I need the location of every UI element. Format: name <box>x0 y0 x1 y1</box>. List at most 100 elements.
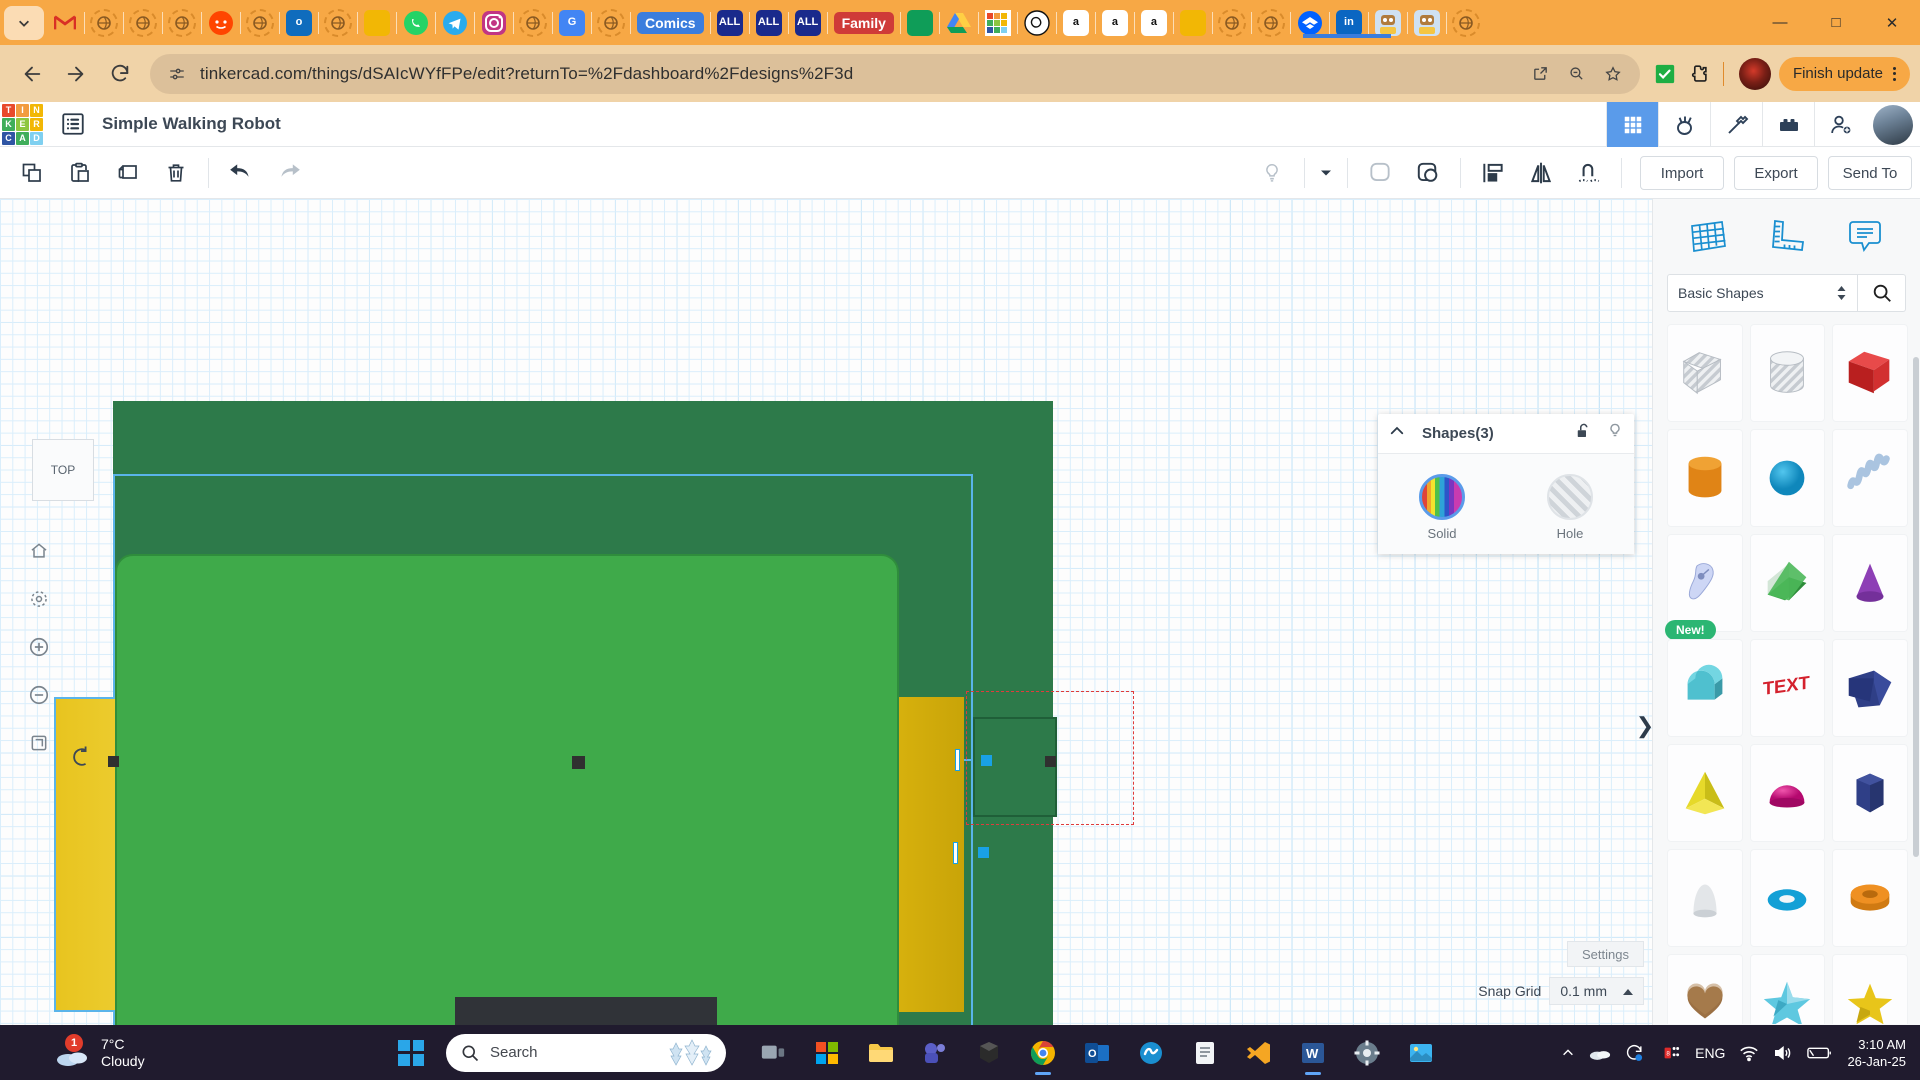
shape-heart[interactable] <box>1667 954 1743 1024</box>
rotate-handle-icon[interactable] <box>70 744 92 775</box>
model-dark-block[interactable] <box>455 997 717 1025</box>
shape-shape-generator[interactable]: New! <box>1665 534 1743 640</box>
flexible-icon[interactable] <box>1565 151 1613 195</box>
forward-button[interactable] <box>54 52 98 96</box>
shape-sphere[interactable] <box>1749 429 1826 527</box>
bookmark-comics[interactable]: Comics <box>635 8 706 38</box>
bookmark-star-icon[interactable] <box>1600 61 1626 87</box>
battery-icon[interactable] <box>1807 1045 1833 1061</box>
bookmark-robot-1[interactable] <box>1373 8 1403 38</box>
bricks-icon[interactable] <box>1762 102 1814 147</box>
unlocked-padlock-icon[interactable] <box>1574 422 1592 445</box>
language-indicator[interactable]: ENG <box>1695 1045 1725 1061</box>
taskbar-search[interactable]: Search <box>446 1033 726 1072</box>
shape-cylinder[interactable] <box>1667 429 1743 527</box>
bookmark-sheets[interactable] <box>905 8 935 38</box>
sidebar-scrollbar[interactable] <box>1913 357 1919 857</box>
mirror-icon[interactable] <box>1517 151 1565 195</box>
taskbar-app-copilot[interactable] <box>1128 1030 1174 1076</box>
zoom-in-icon[interactable] <box>22 630 56 664</box>
copy-icon[interactable] <box>8 151 56 195</box>
taskbar-app-outlook[interactable]: O <box>1074 1030 1120 1076</box>
bookmark-amazon-2[interactable]: a <box>1061 8 1091 38</box>
selection-handle-lower[interactable] <box>978 847 989 858</box>
tinkercad-logo[interactable]: TIN KER CAD <box>0 102 43 147</box>
finish-update-button[interactable]: Finish update <box>1778 56 1910 91</box>
taskbar-app-word[interactable]: W <box>1290 1030 1336 1076</box>
taskbar-app-vs-code[interactable] <box>1236 1030 1282 1076</box>
notes-icon[interactable] <box>1840 212 1890 262</box>
shape-roof[interactable] <box>1667 639 1743 737</box>
bookmark-yellow-note-2[interactable] <box>1178 8 1208 38</box>
taskbar-app-google-chrome[interactable] <box>1020 1030 1066 1076</box>
send-to-button[interactable]: Send To <box>1828 156 1912 190</box>
bookmark-reddit-2[interactable] <box>206 8 236 38</box>
taskbar-app-notepad[interactable] <box>1182 1030 1228 1076</box>
selected-shape[interactable] <box>973 717 1057 817</box>
hole-swatch[interactable] <box>1547 473 1593 520</box>
weather-widget[interactable]: 1 7°C Cloudy <box>0 1033 145 1070</box>
settings-button[interactable]: Settings <box>1567 941 1644 967</box>
align-icon[interactable] <box>1469 151 1517 195</box>
bookmark-all-comics-1[interactable]: ALL <box>715 8 745 38</box>
bookmark-mail-x[interactable] <box>596 8 626 38</box>
ungroup-shape-icon[interactable] <box>1404 151 1452 195</box>
bookmark-openai[interactable] <box>1022 8 1052 38</box>
bookmark-instagram[interactable] <box>479 8 509 38</box>
shape-star-3d[interactable] <box>1749 954 1826 1024</box>
bookmark-youtube-2[interactable] <box>1256 8 1286 38</box>
ruler-icon[interactable] <box>1761 212 1811 262</box>
fit-all-icon[interactable] <box>22 582 56 616</box>
maximize-button[interactable]: □ <box>1808 0 1864 45</box>
snap-grid-value-dropdown[interactable]: 0.1 mm <box>1549 977 1644 1005</box>
shape-wedge[interactable] <box>1749 534 1826 632</box>
user-avatar[interactable] <box>1873 104 1913 145</box>
bookmark-tinkercad[interactable] <box>983 8 1013 38</box>
solid-option[interactable]: Solid <box>1419 473 1465 541</box>
taskbar-app-teams[interactable] <box>912 1030 958 1076</box>
lightbulb-icon[interactable] <box>1606 422 1624 445</box>
group-shape-icon[interactable] <box>1356 151 1404 195</box>
bookmark-globe-1[interactable] <box>89 8 119 38</box>
bookmark-outlook[interactable]: o <box>284 8 314 38</box>
shape-star[interactable] <box>1832 954 1908 1024</box>
taskbar-app-paint-3d[interactable] <box>966 1030 1012 1076</box>
back-button[interactable] <box>10 52 54 96</box>
extension-check-icon[interactable] <box>1648 57 1682 91</box>
bookmark-all-comics-2[interactable]: ALL <box>754 8 784 38</box>
shape-cone[interactable] <box>1832 534 1908 632</box>
shape-text[interactable]: TEXT <box>1749 639 1826 737</box>
view-cube[interactable]: TOP <box>32 439 94 501</box>
wifi-icon[interactable] <box>1739 1044 1759 1062</box>
zoom-out-icon[interactable] <box>1564 61 1590 87</box>
volume-icon[interactable] <box>1773 1044 1793 1062</box>
duplicate-icon[interactable] <box>104 151 152 195</box>
notifications-icon[interactable]: 8 <box>1659 1044 1681 1062</box>
taskbar-app-microsoft-store[interactable] <box>804 1030 850 1076</box>
selection-edge-handle[interactable] <box>955 749 960 771</box>
site-settings-icon[interactable] <box>164 61 190 87</box>
shape-round-roof[interactable] <box>1667 849 1743 947</box>
minimize-button[interactable]: — <box>1752 0 1808 45</box>
bookmark-all-comics-3[interactable]: ALL <box>793 8 823 38</box>
lightbulb-icon[interactable] <box>1248 151 1296 195</box>
shape-tube[interactable] <box>1832 849 1908 947</box>
sync-icon[interactable] <box>1625 1043 1645 1063</box>
tab-list-chevron-icon[interactable] <box>4 5 44 40</box>
shape-half-sphere[interactable] <box>1749 744 1826 842</box>
bookmark-drive[interactable] <box>944 8 974 38</box>
reload-button[interactable] <box>98 52 142 96</box>
windows-start-icon[interactable] <box>398 1039 424 1066</box>
bookmark-globe-3[interactable] <box>245 8 275 38</box>
bookmark-google-translate[interactable]: G <box>557 8 587 38</box>
model-green-slab[interactable] <box>115 554 899 1025</box>
solid-color-swatch[interactable] <box>1419 473 1465 520</box>
bookmark-gmail[interactable] <box>50 8 80 38</box>
project-menu-icon[interactable] <box>56 107 90 141</box>
shape-scribble[interactable] <box>1832 429 1908 527</box>
bookmark-amazon-4[interactable]: a <box>1139 8 1169 38</box>
profile-avatar[interactable] <box>1738 57 1771 90</box>
chrome-menu-icon[interactable] <box>1893 66 1896 81</box>
workplane-icon[interactable] <box>1683 212 1733 262</box>
close-button[interactable]: ✕ <box>1864 0 1920 45</box>
